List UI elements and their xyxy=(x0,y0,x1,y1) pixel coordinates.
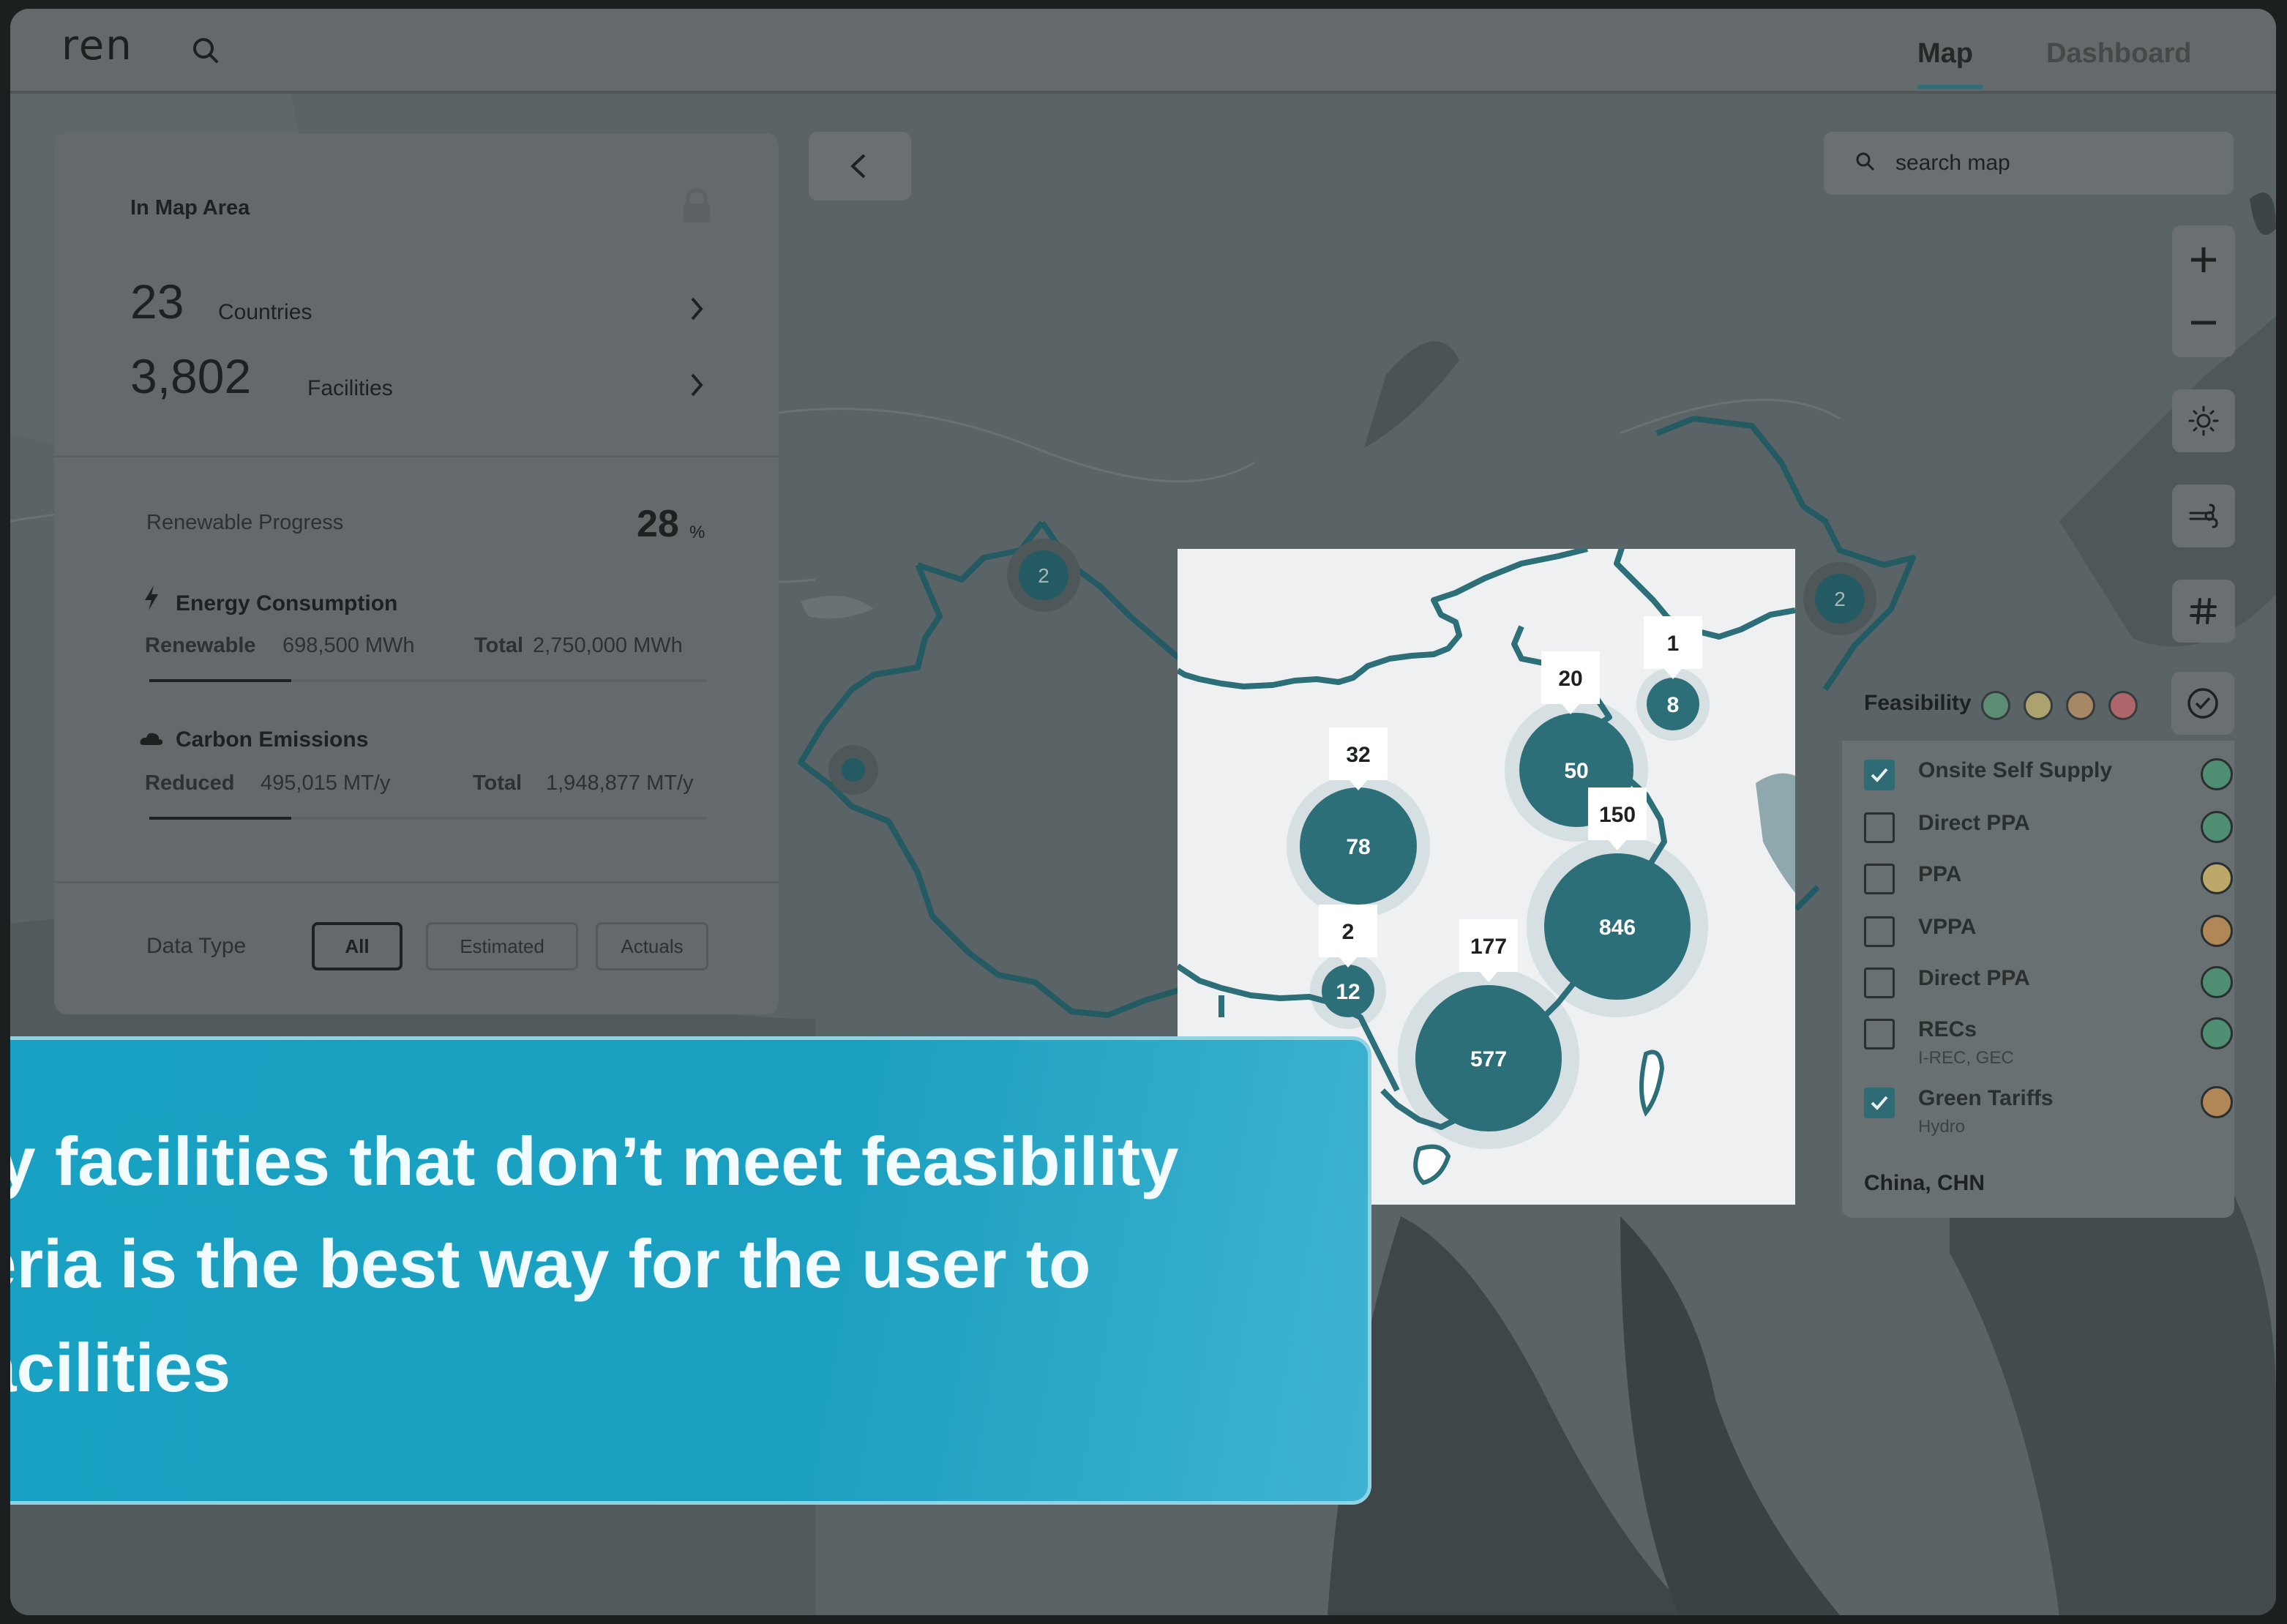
facility-count-callout[interactable]: 1 xyxy=(1644,616,1702,679)
facility-count-callout[interactable]: 2 xyxy=(1319,905,1377,968)
callout-count: 32 xyxy=(1346,743,1370,767)
callout-count: 2 xyxy=(1342,920,1355,944)
app-window: ren Map Dashboard In Map Area 23 Countri… xyxy=(10,9,2276,1615)
cluster-marker[interactable]: 78 xyxy=(1287,774,1430,918)
caption-line-2: teria is the best way for the user to xyxy=(10,1225,1091,1302)
callout-count: 177 xyxy=(1470,935,1507,959)
callout-count: 150 xyxy=(1599,803,1636,827)
location-pin[interactable] xyxy=(842,758,865,782)
caption-overlay: ny facilities that don’t meet feasibilit… xyxy=(10,1036,1371,1505)
caption-line-1: ny facilities that don’t meet feasibilit… xyxy=(10,1123,1179,1200)
cluster-count: 50 xyxy=(1564,759,1588,783)
dim-cluster-marker[interactable]: 2 xyxy=(1803,562,1876,635)
callout-count: 20 xyxy=(1558,667,1582,691)
cluster-marker[interactable]: 846 xyxy=(1527,836,1708,1017)
cluster-count: 12 xyxy=(1336,980,1360,1004)
dim-cluster-marker[interactable]: 2 xyxy=(1007,539,1080,612)
cluster-count: 846 xyxy=(1599,916,1636,940)
cluster-count: 78 xyxy=(1346,835,1370,859)
callout-count: 1 xyxy=(1667,632,1680,656)
caption-line-3: facilities xyxy=(10,1329,231,1406)
cluster-count: 2 xyxy=(1834,588,1846,610)
cluster-count: 8 xyxy=(1667,693,1680,717)
cluster-count: 2 xyxy=(1038,564,1049,587)
cluster-count: 577 xyxy=(1470,1047,1507,1071)
cluster-marker[interactable]: 577 xyxy=(1398,968,1579,1149)
